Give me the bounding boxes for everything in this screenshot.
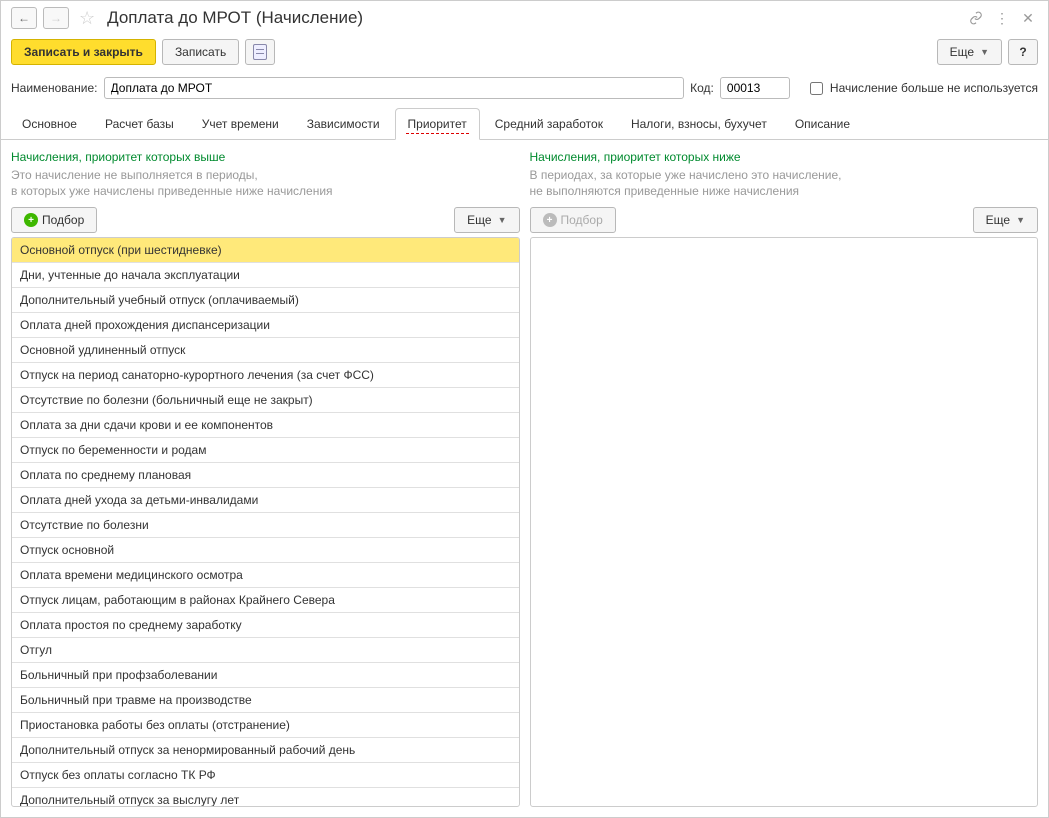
list-item[interactable]: Отгул — [12, 638, 519, 663]
lower-pick-button[interactable]: + Подбор — [530, 207, 616, 233]
list-item[interactable]: Основной удлиненный отпуск — [12, 338, 519, 363]
more-button[interactable]: Еще ▼ — [937, 39, 1002, 65]
main-toolbar: Записать и закрыть Записать Еще ▼ ? — [1, 35, 1048, 73]
list-item[interactable]: Оплата времени медицинского осмотра — [12, 563, 519, 588]
list-item[interactable]: Дни, учтенные до начала эксплуатации — [12, 263, 519, 288]
tab-0[interactable]: Основное — [9, 108, 90, 140]
list-item[interactable]: Приостановка работы без оплаты (отстране… — [12, 713, 519, 738]
tab-1[interactable]: Расчет базы — [92, 108, 187, 140]
list-item[interactable]: Отпуск без оплаты согласно ТК РФ — [12, 763, 519, 788]
list-item[interactable]: Отпуск лицам, работающим в районах Крайн… — [12, 588, 519, 613]
not-used-checkbox[interactable] — [810, 82, 823, 95]
code-input[interactable] — [720, 77, 790, 99]
higher-list[interactable]: Основной отпуск (при шестидневке)Дни, уч… — [11, 237, 520, 807]
list-item[interactable]: Отпуск на период санаторно-курортного ле… — [12, 363, 519, 388]
list-item[interactable]: Отсутствие по болезни (больничный еще не… — [12, 388, 519, 413]
lower-title: Начисления, приоритет которых ниже — [530, 150, 1039, 164]
link-icon[interactable] — [966, 8, 986, 28]
list-item[interactable]: Отпуск основной — [12, 538, 519, 563]
name-label: Наименование: — [11, 81, 98, 95]
lower-list[interactable] — [530, 237, 1039, 807]
priority-content: Начисления, приоритет которых выше Это н… — [1, 140, 1048, 817]
tab-7[interactable]: Описание — [782, 108, 863, 140]
list-item[interactable]: Оплата дней ухода за детьми-инвалидами — [12, 488, 519, 513]
nav-back-button[interactable]: ← — [11, 7, 37, 29]
list-item[interactable]: Дополнительный отпуск за выслугу лет — [12, 788, 519, 807]
higher-priority-pane: Начисления, приоритет которых выше Это н… — [11, 150, 520, 807]
higher-desc: Это начисление не выполняется в периоды,… — [11, 167, 520, 199]
arrow-right-icon: → — [50, 11, 62, 25]
list-item[interactable]: Больничный при травме на производстве — [12, 688, 519, 713]
tab-3[interactable]: Зависимости — [294, 108, 393, 140]
help-button[interactable]: ? — [1008, 39, 1038, 65]
list-item[interactable]: Оплата простоя по среднему заработку — [12, 613, 519, 638]
nav-forward-button[interactable]: → — [43, 7, 69, 29]
higher-title: Начисления, приоритет которых выше — [11, 150, 520, 164]
list-item[interactable]: Дополнительный учебный отпуск (оплачивае… — [12, 288, 519, 313]
report-button[interactable] — [245, 39, 275, 65]
list-item[interactable]: Оплата по среднему плановая — [12, 463, 519, 488]
titlebar: ← → ☆ Доплата до МРОТ (Начисление) ⋮ ✕ — [1, 1, 1048, 35]
list-item[interactable]: Отсутствие по болезни — [12, 513, 519, 538]
name-input[interactable] — [104, 77, 685, 99]
list-item[interactable]: Основной отпуск (при шестидневке) — [12, 238, 519, 263]
plus-icon: + — [24, 213, 38, 227]
arrow-left-icon: ← — [18, 11, 30, 25]
document-icon — [253, 44, 267, 60]
lower-toolbar: + Подбор Еще ▼ — [530, 207, 1039, 233]
chevron-down-icon: ▼ — [498, 215, 507, 225]
close-icon[interactable]: ✕ — [1018, 8, 1038, 28]
plus-icon: + — [543, 213, 557, 227]
not-used-label: Начисление больше не используется — [830, 81, 1038, 95]
higher-more-button[interactable]: Еще ▼ — [454, 207, 519, 233]
write-button[interactable]: Записать — [162, 39, 239, 65]
tab-5[interactable]: Средний заработок — [482, 108, 616, 140]
window: ← → ☆ Доплата до МРОТ (Начисление) ⋮ ✕ З… — [0, 0, 1049, 818]
chevron-down-icon: ▼ — [980, 47, 989, 57]
list-item[interactable]: Отпуск по беременности и родам — [12, 438, 519, 463]
list-item[interactable]: Оплата дней прохождения диспансеризации — [12, 313, 519, 338]
list-item[interactable]: Больничный при профзаболевании — [12, 663, 519, 688]
lower-desc: В периодах, за которые уже начислено это… — [530, 167, 1039, 199]
tab-4[interactable]: Приоритет — [395, 108, 480, 140]
kebab-menu-icon[interactable]: ⋮ — [992, 8, 1012, 28]
code-label: Код: — [690, 81, 714, 95]
higher-toolbar: + Подбор Еще ▼ — [11, 207, 520, 233]
lower-priority-pane: Начисления, приоритет которых ниже В пер… — [530, 150, 1039, 807]
chevron-down-icon: ▼ — [1016, 215, 1025, 225]
tab-2[interactable]: Учет времени — [189, 108, 292, 140]
higher-pick-button[interactable]: + Подбор — [11, 207, 97, 233]
list-item[interactable]: Дополнительный отпуск за ненормированный… — [12, 738, 519, 763]
list-item[interactable]: Оплата за дни сдачи крови и ее компонент… — [12, 413, 519, 438]
header-fields: Наименование: Код: Начисление больше не … — [1, 73, 1048, 107]
tab-6[interactable]: Налоги, взносы, бухучет — [618, 108, 780, 140]
tab-bar: ОсновноеРасчет базыУчет времениЗависимос… — [1, 107, 1048, 140]
favorite-star-icon[interactable]: ☆ — [79, 8, 95, 29]
window-title: Доплата до МРОТ (Начисление) — [107, 8, 363, 28]
lower-more-button[interactable]: Еще ▼ — [973, 207, 1038, 233]
write-and-close-button[interactable]: Записать и закрыть — [11, 39, 156, 65]
